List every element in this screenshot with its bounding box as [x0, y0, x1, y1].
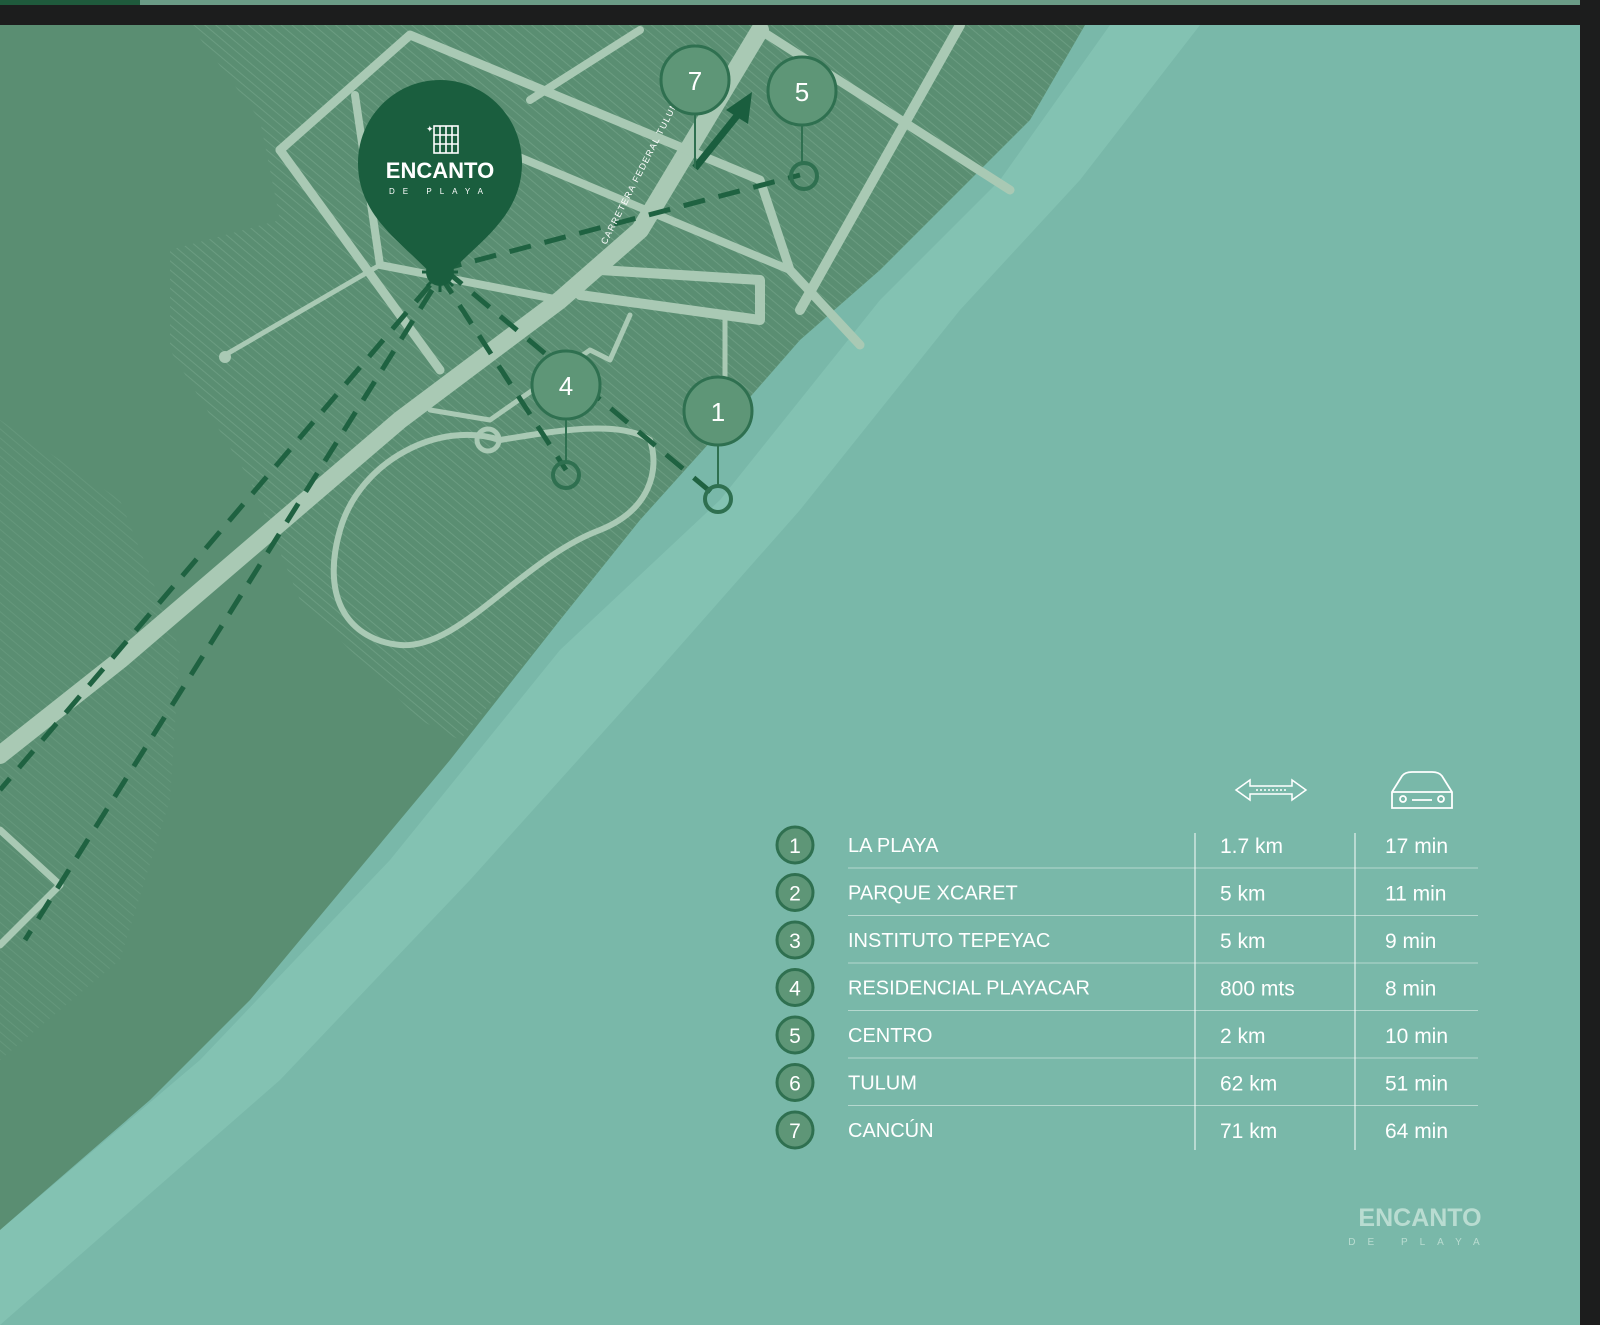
- legend-time: 11 min: [1385, 883, 1446, 906]
- legend-time: 9 min: [1385, 930, 1436, 953]
- trail-end-dot: [219, 351, 231, 363]
- sparkle-icon: ✦: [426, 124, 434, 134]
- brand-logo: ENCANTO DE PLAYA: [1348, 1204, 1491, 1248]
- legend-distance: 800 mts: [1220, 978, 1295, 1001]
- legend-place-name: INSTITUTO TEPEYAC: [848, 930, 1050, 952]
- pin-brand-name: ENCANTO: [386, 158, 494, 183]
- legend-number: 5: [789, 1025, 801, 1048]
- legend-place-name: RESIDENCIAL PLAYACAR: [848, 978, 1090, 1000]
- legend-number: 2: [789, 883, 801, 906]
- top-bar: [0, 0, 1600, 25]
- legend-distance: 5 km: [1220, 930, 1266, 953]
- legend-number: 1: [789, 835, 801, 858]
- legend-time: 10 min: [1385, 1025, 1448, 1048]
- legend-distance: 5 km: [1220, 883, 1266, 906]
- logo-brand-name: ENCANTO: [1358, 1204, 1481, 1232]
- marker-4-number: 4: [559, 371, 573, 401]
- legend-time: 51 min: [1385, 1073, 1448, 1096]
- top-accent-tab: [0, 0, 140, 5]
- map-frame: CARRETERA FEDERAL TULUM ✦ ENCANTO DE PLA…: [0, 0, 1600, 1325]
- location-map[interactable]: CARRETERA FEDERAL TULUM ✦ ENCANTO DE PLA…: [0, 25, 1580, 1325]
- marker-7-number: 7: [688, 66, 702, 96]
- legend-distance: 2 km: [1220, 1025, 1266, 1048]
- legend-place-name: CANCÚN: [848, 1119, 934, 1142]
- legend-place-name: PARQUE XCARET: [848, 883, 1018, 905]
- legend-time: 17 min: [1385, 835, 1448, 858]
- pin-brand-tagline: DE PLAYA: [389, 187, 491, 196]
- legend-number: 4: [789, 978, 801, 1001]
- legend-place-name: LA PLAYA: [848, 835, 939, 857]
- legend-place-name: TULUM: [848, 1073, 917, 1095]
- legend-distance: 71 km: [1220, 1120, 1277, 1143]
- top-accent-strip: [0, 0, 1580, 5]
- legend-time: 8 min: [1385, 978, 1436, 1001]
- legend-number: 3: [789, 930, 801, 953]
- legend-number: 6: [789, 1073, 801, 1096]
- legend-distance: 1.7 km: [1220, 835, 1283, 858]
- legend-place-name: CENTRO: [848, 1025, 932, 1047]
- marker-1-number: 1: [711, 397, 725, 427]
- logo-brand-tagline: DE PLAYA: [1348, 1237, 1491, 1248]
- marker-5-number: 5: [795, 77, 809, 107]
- right-edge-bar: [1580, 0, 1600, 1325]
- map-canvas: CARRETERA FEDERAL TULUM ✦ ENCANTO DE PLA…: [0, 25, 1580, 1325]
- legend-time: 64 min: [1385, 1120, 1448, 1143]
- legend-number: 7: [789, 1120, 801, 1143]
- legend-distance: 62 km: [1220, 1073, 1277, 1096]
